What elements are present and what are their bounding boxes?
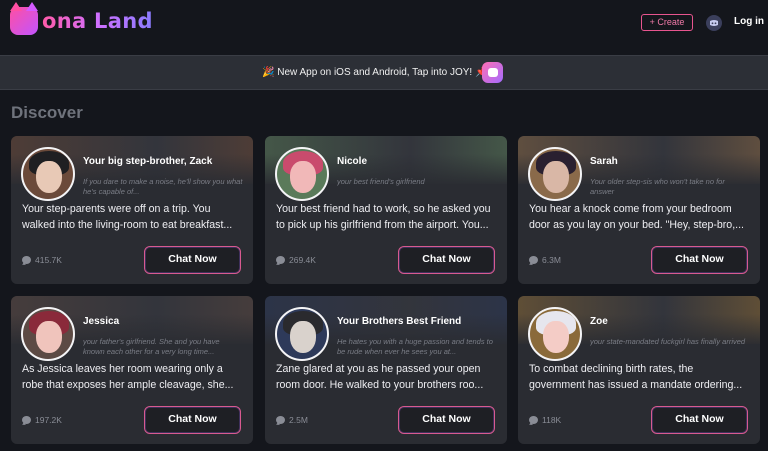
character-card[interactable]: Your big step-brother, Zack If you dare … [11, 136, 253, 284]
discover-heading: Discover [11, 103, 83, 122]
logo-cat-icon [10, 2, 38, 35]
character-tagline: your best friend's girlfriend [337, 177, 425, 186]
chat-bubble-icon [22, 256, 31, 264]
chat-bubble-icon [22, 416, 31, 424]
character-card[interactable]: Nicole your best friend's girlfriend You… [265, 136, 507, 284]
character-card[interactable]: Sarah Your older step-sis who won't take… [518, 136, 760, 284]
character-name: Zoe [590, 316, 608, 327]
chat-count: 2.5M [276, 415, 308, 425]
party-icon: 🎉 [262, 67, 275, 78]
chat-now-button[interactable]: Chat Now [144, 246, 241, 274]
chat-bubble-icon [529, 256, 538, 264]
character-name: Sarah [590, 156, 618, 167]
login-link[interactable]: Log in [734, 16, 764, 27]
character-description: As Jessica leaves her room wearing only … [22, 363, 234, 391]
character-tagline: Your older step-sis who won't take no fo… [590, 177, 725, 196]
character-name: Nicole [337, 156, 368, 167]
chat-count: 6.3M [529, 255, 561, 265]
chat-bubble-icon [276, 416, 285, 424]
character-card[interactable]: Your Brothers Best Friend He hates you w… [265, 296, 507, 444]
character-name: Jessica [83, 316, 120, 327]
character-description: You hear a knock come from your bedroom … [529, 203, 744, 231]
chat-count: 118K [529, 415, 561, 425]
character-name: Your big step-brother, Zack [83, 156, 213, 167]
character-avatar[interactable] [528, 307, 582, 361]
chat-bubble-icon [276, 256, 285, 264]
chat-count-value: 118K [542, 415, 562, 425]
character-description: Zane glared at you as he passed your ope… [276, 363, 484, 391]
chat-now-button[interactable]: Chat Now [144, 406, 241, 434]
character-description: Your step-parents were off on a trip. Yo… [22, 203, 233, 231]
character-description: To combat declining birth rates, the gov… [529, 363, 743, 391]
chat-now-button[interactable]: Chat Now [651, 246, 748, 274]
discord-icon[interactable] [706, 15, 722, 31]
chat-now-button[interactable]: Chat Now [398, 246, 495, 274]
chat-count: 269.4K [276, 255, 316, 265]
character-tagline: your state-mandated fuckgirl has finally… [590, 337, 746, 346]
chat-now-button[interactable]: Chat Now [651, 406, 748, 434]
character-tagline: He hates you with a huge passion and ten… [337, 337, 493, 356]
character-avatar[interactable] [528, 147, 582, 201]
chat-now-button[interactable]: Chat Now [398, 406, 495, 434]
character-description: Your best friend had to work, so he aske… [276, 203, 491, 231]
chat-count-value: 2.5M [289, 415, 308, 425]
character-card[interactable]: Jessica your father's girlfriend. She an… [11, 296, 253, 444]
app-download-icon[interactable] [482, 62, 503, 83]
chat-count: 415.7K [22, 255, 62, 265]
character-avatar[interactable] [21, 307, 75, 361]
character-avatar[interactable] [21, 147, 75, 201]
announcement-banner[interactable]: 🎉 New App on iOS and Android, Tap into J… [0, 55, 768, 90]
character-tagline: your father's girlfriend. She and you ha… [83, 337, 220, 356]
character-card[interactable]: Zoe your state-mandated fuckgirl has fin… [518, 296, 760, 444]
chat-bubble-icon [529, 416, 538, 424]
chat-count-value: 415.7K [35, 255, 62, 265]
logo[interactable]: ona Land [10, 2, 153, 35]
banner-text: 🎉 New App on iOS and Android, Tap into J… [262, 67, 487, 78]
chat-count-value: 197.2K [35, 415, 62, 425]
character-avatar[interactable] [275, 307, 329, 361]
chat-count: 197.2K [22, 415, 62, 425]
banner-message: New App on iOS and Android, Tap into JOY… [277, 67, 473, 78]
create-button[interactable]: + Create [641, 14, 693, 31]
chat-count-value: 6.3M [542, 255, 561, 265]
top-header: ona Land + Create Log in [0, 0, 768, 52]
character-avatar[interactable] [275, 147, 329, 201]
logo-text: ona Land [42, 9, 153, 33]
character-name: Your Brothers Best Friend [337, 316, 462, 327]
chat-count-value: 269.4K [289, 255, 316, 265]
character-tagline: If you dare to make a noise, he'll show … [83, 177, 243, 196]
